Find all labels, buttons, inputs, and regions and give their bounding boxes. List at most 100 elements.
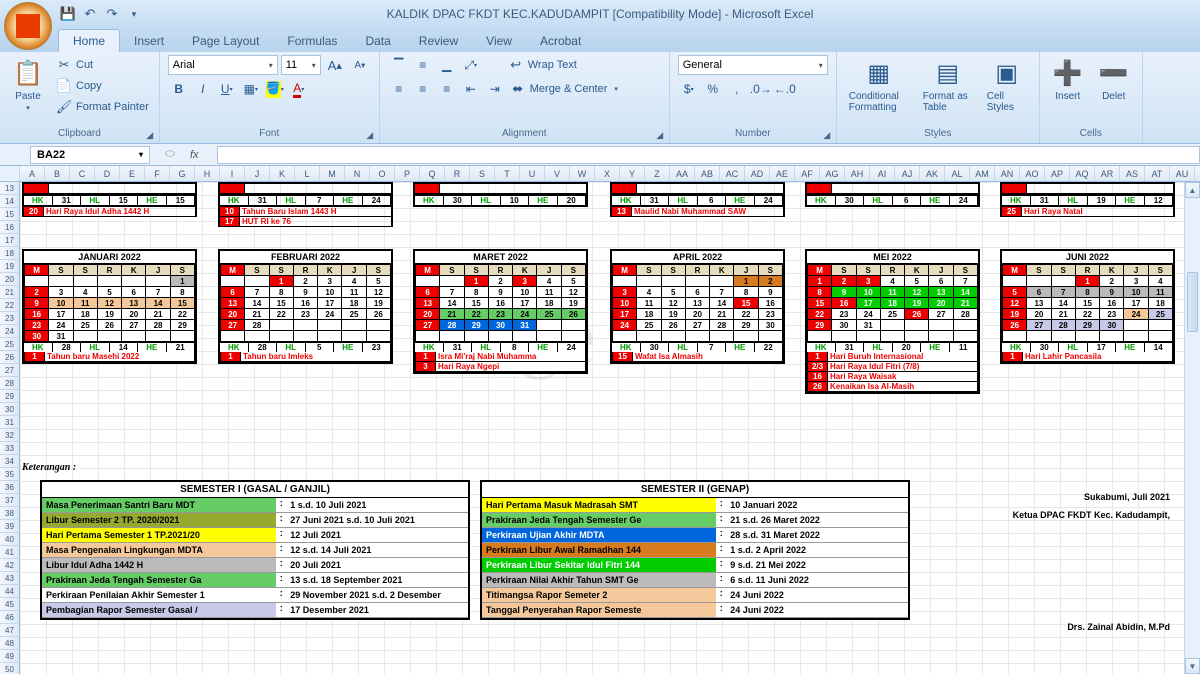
currency-button[interactable]: $▾ — [678, 79, 700, 99]
row-header[interactable]: 24 — [0, 325, 20, 338]
row-header[interactable]: 27 — [0, 364, 20, 377]
row-header[interactable]: 50 — [0, 663, 20, 674]
align-right-button[interactable]: ≡ — [436, 79, 458, 99]
column-header[interactable]: AG — [820, 166, 845, 181]
row-header[interactable]: 30 — [0, 403, 20, 416]
column-header[interactable]: AJ — [895, 166, 920, 181]
column-header[interactable]: AB — [695, 166, 720, 181]
column-header[interactable]: AU — [1170, 166, 1195, 181]
column-header[interactable]: K — [270, 166, 295, 181]
column-header[interactable]: AH — [845, 166, 870, 181]
row-header[interactable]: 32 — [0, 429, 20, 442]
fill-color-button[interactable]: 🪣▾ — [264, 79, 286, 99]
qat-dropdown-icon[interactable]: ▾ — [126, 6, 142, 22]
column-header[interactable]: R — [445, 166, 470, 181]
row-header[interactable]: 19 — [0, 260, 20, 273]
tab-data[interactable]: Data — [351, 30, 404, 52]
format-table-button[interactable]: ▤Format as Table — [919, 55, 977, 115]
tab-view[interactable]: View — [472, 30, 526, 52]
column-header[interactable]: A — [20, 166, 45, 181]
paste-button[interactable]: 📋 Paste ▾ — [8, 55, 48, 114]
row-header[interactable]: 48 — [0, 637, 20, 650]
row-header[interactable]: 38 — [0, 507, 20, 520]
italic-button[interactable]: I — [192, 79, 214, 99]
row-header[interactable]: 25 — [0, 338, 20, 351]
delete-cells-button[interactable]: ➖Delet — [1094, 55, 1134, 104]
select-all-corner[interactable] — [0, 166, 20, 181]
column-header[interactable]: AN — [995, 166, 1020, 181]
number-format-combo[interactable]: General▾ — [678, 55, 828, 75]
column-header[interactable]: AR — [1095, 166, 1120, 181]
font-color-button[interactable]: A▾ — [288, 79, 310, 99]
column-header[interactable]: AD — [745, 166, 770, 181]
row-header[interactable]: 31 — [0, 416, 20, 429]
tab-review[interactable]: Review — [405, 30, 472, 52]
office-button[interactable] — [4, 2, 52, 50]
shrink-font-button[interactable]: A▾ — [349, 55, 371, 75]
column-header[interactable]: D — [95, 166, 120, 181]
row-header[interactable]: 45 — [0, 598, 20, 611]
row-header[interactable]: 37 — [0, 494, 20, 507]
column-header[interactable]: Q — [420, 166, 445, 181]
insert-cells-button[interactable]: ➕Insert — [1048, 55, 1088, 104]
tab-home[interactable]: Home — [58, 29, 120, 52]
border-button[interactable]: ▦▾ — [240, 79, 262, 99]
sheet-content[interactable]: Page 1 HK31HL15HE1520Hari Raya Idul Adha… — [20, 182, 1200, 674]
row-header[interactable]: 23 — [0, 312, 20, 325]
indent-dec-button[interactable]: ⇤ — [460, 79, 482, 99]
fx-cancel-icon[interactable]: ⬭ — [150, 148, 190, 161]
comma-button[interactable]: , — [726, 79, 748, 99]
orientation-button[interactable]: ⤢▾ — [460, 55, 482, 75]
row-header[interactable]: 14 — [0, 195, 20, 208]
name-box[interactable]: BA22▾ — [30, 146, 150, 164]
clipboard-launcher[interactable]: ◢ — [144, 129, 156, 141]
row-header[interactable]: 22 — [0, 299, 20, 312]
row-header[interactable]: 39 — [0, 520, 20, 533]
column-header[interactable]: W — [570, 166, 595, 181]
tab-formulas[interactable]: Formulas — [273, 30, 351, 52]
save-icon[interactable]: 💾 — [60, 6, 76, 22]
align-bottom-button[interactable]: ▁ — [436, 55, 458, 75]
column-header[interactable]: G — [170, 166, 195, 181]
vertical-scrollbar[interactable]: ▲ ▼ — [1184, 182, 1200, 674]
row-header[interactable]: 20 — [0, 273, 20, 286]
redo-icon[interactable]: ↷ — [104, 6, 120, 22]
column-header[interactable]: S — [470, 166, 495, 181]
column-header[interactable]: I — [220, 166, 245, 181]
tab-acrobat[interactable]: Acrobat — [526, 30, 595, 52]
align-middle-button[interactable]: ≡ — [412, 55, 434, 75]
column-header[interactable]: H — [195, 166, 220, 181]
column-header[interactable]: AP — [1045, 166, 1070, 181]
grow-font-button[interactable]: A▴ — [324, 55, 346, 75]
column-header[interactable]: L — [295, 166, 320, 181]
column-header[interactable]: Z — [645, 166, 670, 181]
font-size-combo[interactable]: 11▾ — [281, 55, 321, 75]
font-launcher[interactable]: ◢ — [364, 129, 376, 141]
wrap-text-button[interactable]: ↩Wrap Text — [506, 55, 579, 75]
row-header[interactable]: 41 — [0, 546, 20, 559]
row-header[interactable]: 26 — [0, 351, 20, 364]
column-header[interactable]: AF — [795, 166, 820, 181]
row-header[interactable]: 42 — [0, 559, 20, 572]
column-header[interactable]: M — [320, 166, 345, 181]
worksheet-grid[interactable]: ABCDEFGHIJKLMNOPQRSTUVWXYZAAABACADAEAFAG… — [0, 166, 1200, 674]
percent-button[interactable]: % — [702, 79, 724, 99]
column-header[interactable]: AK — [920, 166, 945, 181]
undo-icon[interactable]: ↶ — [82, 6, 98, 22]
indent-inc-button[interactable]: ⇥ — [484, 79, 506, 99]
row-header[interactable]: 16 — [0, 221, 20, 234]
column-header[interactable]: AA — [670, 166, 695, 181]
row-header[interactable]: 36 — [0, 481, 20, 494]
column-header[interactable]: AS — [1120, 166, 1145, 181]
column-header[interactable]: AC — [720, 166, 745, 181]
copy-button[interactable]: 📄Copy — [54, 76, 151, 96]
row-header[interactable]: 28 — [0, 377, 20, 390]
row-header[interactable]: 34 — [0, 455, 20, 468]
column-header[interactable]: AE — [770, 166, 795, 181]
align-top-button[interactable]: ▔ — [388, 55, 410, 75]
row-header[interactable]: 35 — [0, 468, 20, 481]
format-painter-button[interactable]: 🖌Format Painter — [54, 97, 151, 117]
bold-button[interactable]: B — [168, 79, 190, 99]
column-header[interactable]: X — [595, 166, 620, 181]
column-header[interactable]: AL — [945, 166, 970, 181]
